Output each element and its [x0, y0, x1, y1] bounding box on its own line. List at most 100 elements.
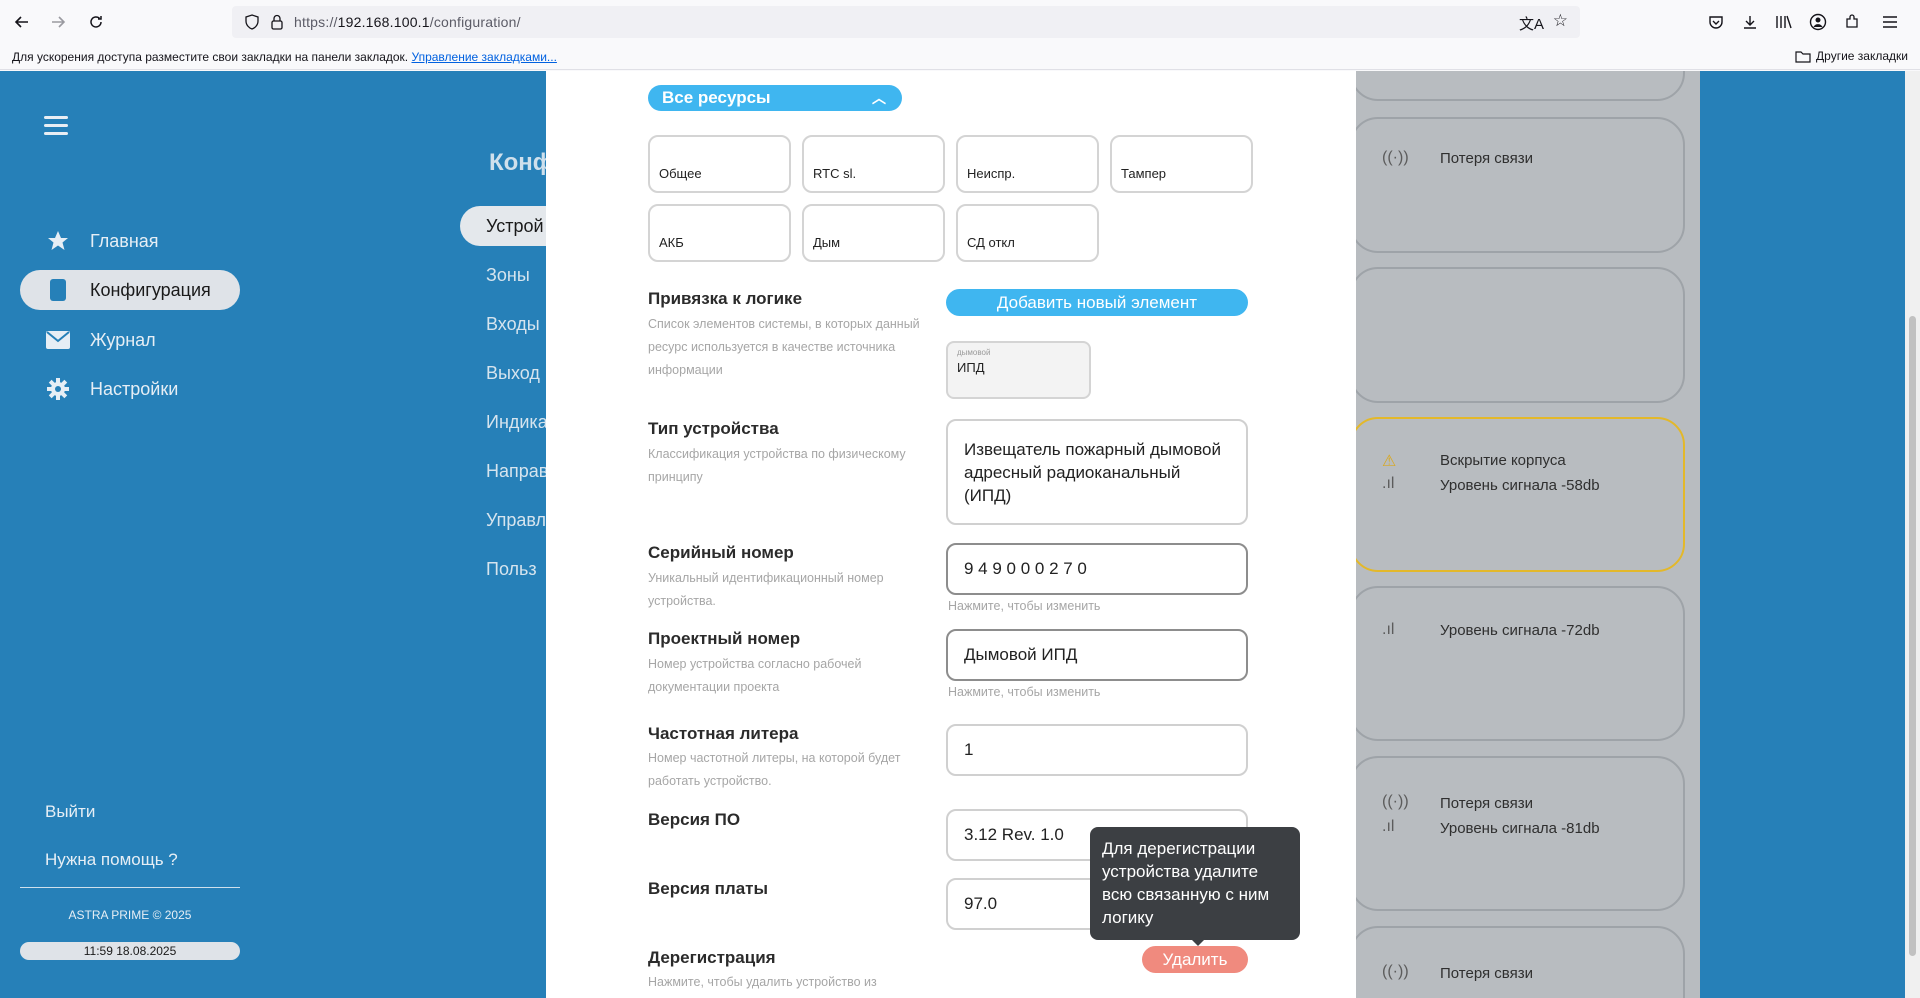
resource-button[interactable]: RTC sl.	[802, 135, 945, 193]
download-icon[interactable]	[1738, 10, 1762, 34]
sidebar-divider	[20, 887, 240, 888]
add-element-button[interactable]: Добавить новый элемент	[946, 289, 1248, 316]
device-card[interactable]	[1350, 267, 1685, 403]
config-nav-zones[interactable]: Зоны	[486, 265, 530, 286]
page-scrollbar[interactable]	[1905, 71, 1920, 998]
project-number-field[interactable]: Дымовой ИПД	[946, 629, 1248, 681]
copyright: ASTRA PRIME © 2025	[68, 908, 192, 922]
firmware-version-title: Версия ПО	[648, 810, 741, 829]
address-bar[interactable]: https://192.168.100.1/configuration/ 文A …	[232, 6, 1580, 38]
resource-button[interactable]: Общее	[648, 135, 791, 193]
browser-toolbar: https://192.168.100.1/configuration/ 文A …	[0, 0, 1920, 44]
card-status: Уровень сигнала -58db	[1440, 477, 1600, 494]
device-type-field: Извещатель пожарный дымовой адресный рад…	[946, 419, 1248, 525]
url-prefix: https://	[294, 14, 338, 30]
project-number-hint: Нажмите, чтобы изменить	[948, 685, 1101, 699]
translate-icon[interactable]: 文A	[1519, 13, 1544, 34]
board-version-value: 97.0	[964, 894, 998, 913]
bookmarks-bar: Для ускорения доступа разместите свои за…	[0, 44, 1920, 70]
freq-letter-value: 1	[964, 740, 974, 759]
freq-letter-desc: Номер частотной литеры, на которой будет…	[648, 751, 901, 788]
card-status: Потеря связи	[1440, 965, 1533, 982]
serial-number-desc: Уникальный идентификационный номер устро…	[648, 571, 884, 608]
back-button[interactable]	[10, 10, 34, 34]
device-card[interactable]: ⚠ Вскрытие корпуса .ıl Уровень сигнала -…	[1350, 417, 1685, 572]
bookmark-star-icon[interactable]: ☆	[1553, 11, 1568, 31]
sidebar-item-label: Главная	[90, 230, 159, 251]
serial-number-field[interactable]: 9 4 9 0 0 0 2 7 0	[946, 543, 1248, 595]
resource-button[interactable]: АКБ	[648, 204, 791, 262]
delete-button[interactable]: Удалить	[1142, 946, 1248, 973]
signal-lost-icon: ((·))	[1382, 963, 1409, 980]
bookmarks-hint: Для ускорения доступа разместите свои за…	[12, 50, 557, 64]
all-resources-toggle[interactable]: Все ресурсы ︿	[648, 85, 902, 111]
resource-button[interactable]: Дым	[802, 204, 945, 262]
sidebar-item-home[interactable]: Главная	[20, 221, 240, 261]
bookmarks-hint-text: Для ускорения доступа разместите свои за…	[12, 50, 409, 64]
star-icon	[44, 229, 72, 253]
config-nav-indication[interactable]: Индика	[486, 412, 548, 433]
pocket-icon[interactable]	[1704, 10, 1728, 34]
deregistration-desc: Нажмите, чтобы удалить устройство из	[648, 975, 877, 989]
device-card[interactable]: ((·)) Потеря связи	[1350, 926, 1685, 998]
resource-button[interactable]: СД откл	[956, 204, 1099, 262]
mail-icon	[44, 330, 72, 350]
resource-button[interactable]: Тампер	[1110, 135, 1253, 193]
reload-icon	[90, 16, 102, 28]
menu-icon[interactable]	[1878, 10, 1902, 34]
sidebar-item-label: Конфигурация	[90, 279, 211, 300]
config-nav-outputs[interactable]: Выход	[486, 363, 540, 384]
device-card[interactable]: ((·)) Потеря связи	[1350, 117, 1685, 253]
shield-icon	[245, 14, 259, 30]
firmware-version-value: 3.12 Rev. 1.0	[964, 825, 1064, 844]
warning-icon: ⚠	[1382, 453, 1397, 470]
config-nav-control[interactable]: Управл	[486, 510, 546, 531]
sidebar-item-configuration[interactable]: Конфигурация	[20, 270, 240, 310]
card-status: Потеря связи	[1440, 795, 1533, 812]
forward-button[interactable]	[46, 10, 70, 34]
freq-letter-field[interactable]: 1	[946, 724, 1248, 776]
card-status: Вскрытие корпуса	[1440, 452, 1566, 469]
logout-link[interactable]: Выйти	[45, 802, 95, 822]
manage-bookmarks-link[interactable]: Управление закладками...	[411, 50, 556, 64]
hamburger-menu-icon[interactable]	[44, 116, 68, 136]
config-nav-directions[interactable]: Направ	[486, 461, 548, 482]
device-card[interactable]: ((·)) Потеря связи .ıl Уровень сигнала -…	[1350, 756, 1685, 911]
sidebar: Главная Конфигурация Журнал Настройки Вы…	[0, 71, 260, 998]
device-card[interactable]: .ıl Уровень сигнала -72db	[1350, 586, 1685, 741]
other-bookmarks[interactable]: Другие закладки	[1795, 49, 1908, 63]
serial-number-hint: Нажмите, чтобы изменить	[948, 599, 1101, 613]
logic-element-chip[interactable]: дымовой ИПД	[946, 341, 1091, 399]
device-type-desc: Классификация устройства по физическому …	[648, 447, 906, 484]
scroll-thumb[interactable]	[1909, 316, 1916, 956]
page-title: Конф	[489, 149, 554, 176]
sidebar-item-label: Настройки	[90, 378, 179, 399]
library-icon[interactable]	[1772, 10, 1796, 34]
device-type-value: Извещатель пожарный дымовой адресный рад…	[964, 439, 1222, 505]
config-nav-inputs[interactable]: Входы	[486, 314, 540, 335]
signal-bars-icon: .ıl	[1382, 621, 1395, 638]
logic-chip-caption: дымовой	[957, 348, 991, 357]
sidebar-item-settings[interactable]: Настройки	[20, 369, 240, 409]
lock-icon	[271, 14, 283, 30]
config-nav-devices[interactable]: Устрой	[486, 216, 544, 237]
project-number-value: Дымовой ИПД	[964, 645, 1078, 664]
account-icon[interactable]	[1806, 10, 1830, 34]
device-icon	[44, 278, 72, 302]
sidebar-item-journal[interactable]: Журнал	[20, 320, 240, 360]
extensions-icon[interactable]	[1840, 10, 1864, 34]
serial-number-title: Серийный номер	[648, 543, 794, 562]
arrow-left-icon	[14, 16, 28, 28]
logic-binding-title: Привязка к логике	[648, 289, 803, 308]
signal-bars-icon: .ıl	[1382, 818, 1395, 835]
reload-button[interactable]	[84, 10, 108, 34]
logic-binding-desc: Список элементов системы, в которых данн…	[648, 317, 920, 377]
deregistration-title: Дерегистрация	[648, 948, 776, 967]
device-card[interactable]	[1350, 71, 1685, 101]
config-nav-users[interactable]: Польз	[486, 559, 537, 580]
device-cards-panel: ((·)) Потеря связи ⚠ Вскрытие корпуса .ı…	[1330, 71, 1700, 998]
app-area: Главная Конфигурация Журнал Настройки Вы…	[0, 71, 1920, 998]
resource-button[interactable]: Неиспр.	[956, 135, 1099, 193]
url-text[interactable]: https://192.168.100.1/configuration/	[294, 14, 521, 30]
help-link[interactable]: Нужна помощь ?	[45, 850, 178, 870]
